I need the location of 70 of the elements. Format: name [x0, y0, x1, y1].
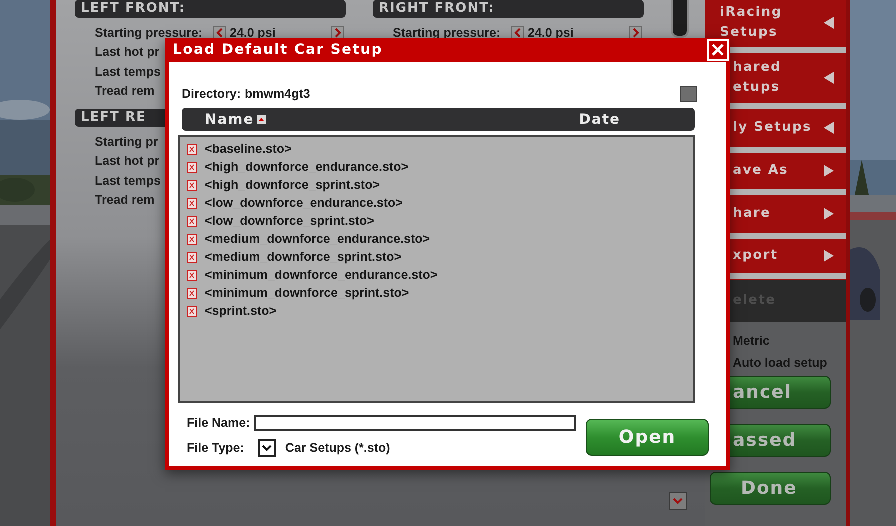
chevron-left-icon: [512, 28, 522, 38]
menu-item[interactable]: iRacing Setups: [705, 0, 846, 46]
file-name[interactable]: <minimum_downforce_sprint.sto>: [205, 286, 410, 300]
field-label: Last temps: [95, 64, 161, 79]
field-label: Starting pr: [95, 134, 158, 149]
file-name[interactable]: <high_downforce_endurance.sto>: [205, 160, 409, 174]
triangle-left-icon: [822, 71, 836, 85]
column-header[interactable]: Date: [579, 112, 621, 128]
decrease-button[interactable]: [213, 26, 226, 40]
section-header: RIGHT FRONT:: [373, 0, 644, 18]
action-button[interactable]: Done: [710, 472, 831, 505]
directory-label: Directory:: [182, 87, 242, 101]
scroll-down-button[interactable]: [669, 492, 687, 510]
triangle-right-icon: [822, 164, 836, 178]
option-label: Auto load setup: [732, 355, 828, 372]
chevron-down-icon: [262, 443, 272, 453]
file-type-value: Car Setups (*.sto): [285, 441, 390, 455]
field-label: Starting pressure:: [393, 26, 502, 40]
file-icon: [187, 234, 197, 244]
file-name[interactable]: <sprint.sto>: [205, 304, 277, 318]
field-label: Tread rem: [95, 193, 155, 208]
file-name[interactable]: <low_downforce_sprint.sto>: [205, 214, 374, 228]
folder-up-button[interactable]: [680, 86, 697, 102]
field-label: Last temps: [95, 174, 161, 188]
option-label: Metric: [732, 333, 771, 350]
file-type-label: File Type:: [187, 441, 244, 455]
field-label: Tread rem: [95, 84, 155, 98]
triangle-right-icon: [822, 249, 836, 263]
file-icon: [187, 162, 197, 172]
file-icon: [187, 288, 197, 298]
chevron-down-icon: [673, 496, 683, 506]
file-name[interactable]: <minimum_downforce_endurance.sto>: [205, 268, 438, 282]
increase-button[interactable]: [331, 26, 344, 40]
file-icon: [187, 216, 197, 226]
file-icon: [187, 180, 197, 190]
file-icon: [187, 198, 197, 208]
dialog-title: Load Default Car Setup: [173, 42, 384, 58]
column-header[interactable]: Name: [205, 112, 266, 128]
pressure-value: 24.0 psi: [528, 26, 575, 40]
file-name[interactable]: <high_downforce_sprint.sto>: [205, 178, 380, 192]
file-name-field[interactable]: [254, 415, 576, 431]
chevron-right-icon: [332, 28, 342, 38]
file-type-dropdown[interactable]: [258, 439, 276, 457]
field-label: Last hot pr: [95, 45, 160, 60]
file-icon: [187, 144, 197, 154]
file-icon: [187, 306, 197, 316]
triangle-right-icon: [822, 207, 836, 221]
file-name[interactable]: <medium_downforce_endurance.sto>: [205, 232, 430, 246]
file-name[interactable]: <medium_downforce_sprint.sto>: [205, 250, 402, 264]
pressure-value: 24.0 psi: [230, 26, 277, 40]
file-icon: [187, 270, 197, 280]
directory-value: bmwm4gt3: [245, 87, 310, 101]
close-button[interactable]: [707, 39, 729, 61]
close-icon: [711, 43, 725, 57]
field-label: Last hot pr: [95, 154, 160, 168]
scrollbar-thumb[interactable]: [671, 0, 689, 38]
decrease-button[interactable]: [511, 26, 524, 40]
triangle-left-icon: [822, 121, 836, 135]
section-header: LEFT FRONT:: [75, 0, 346, 18]
field-label: Starting pressure:: [95, 26, 204, 40]
triangle-left-icon: [822, 16, 836, 30]
file-icon: [187, 252, 197, 262]
file-name-label: File Name:: [187, 416, 250, 430]
increase-button[interactable]: [629, 26, 642, 40]
chevron-left-icon: [214, 28, 224, 38]
sort-up-icon: [257, 115, 266, 124]
chevron-right-icon: [630, 28, 640, 38]
file-name[interactable]: <baseline.sto>: [205, 142, 292, 156]
open-button[interactable]: Open: [586, 419, 709, 456]
file-name[interactable]: <low_downforce_endurance.sto>: [205, 196, 403, 210]
